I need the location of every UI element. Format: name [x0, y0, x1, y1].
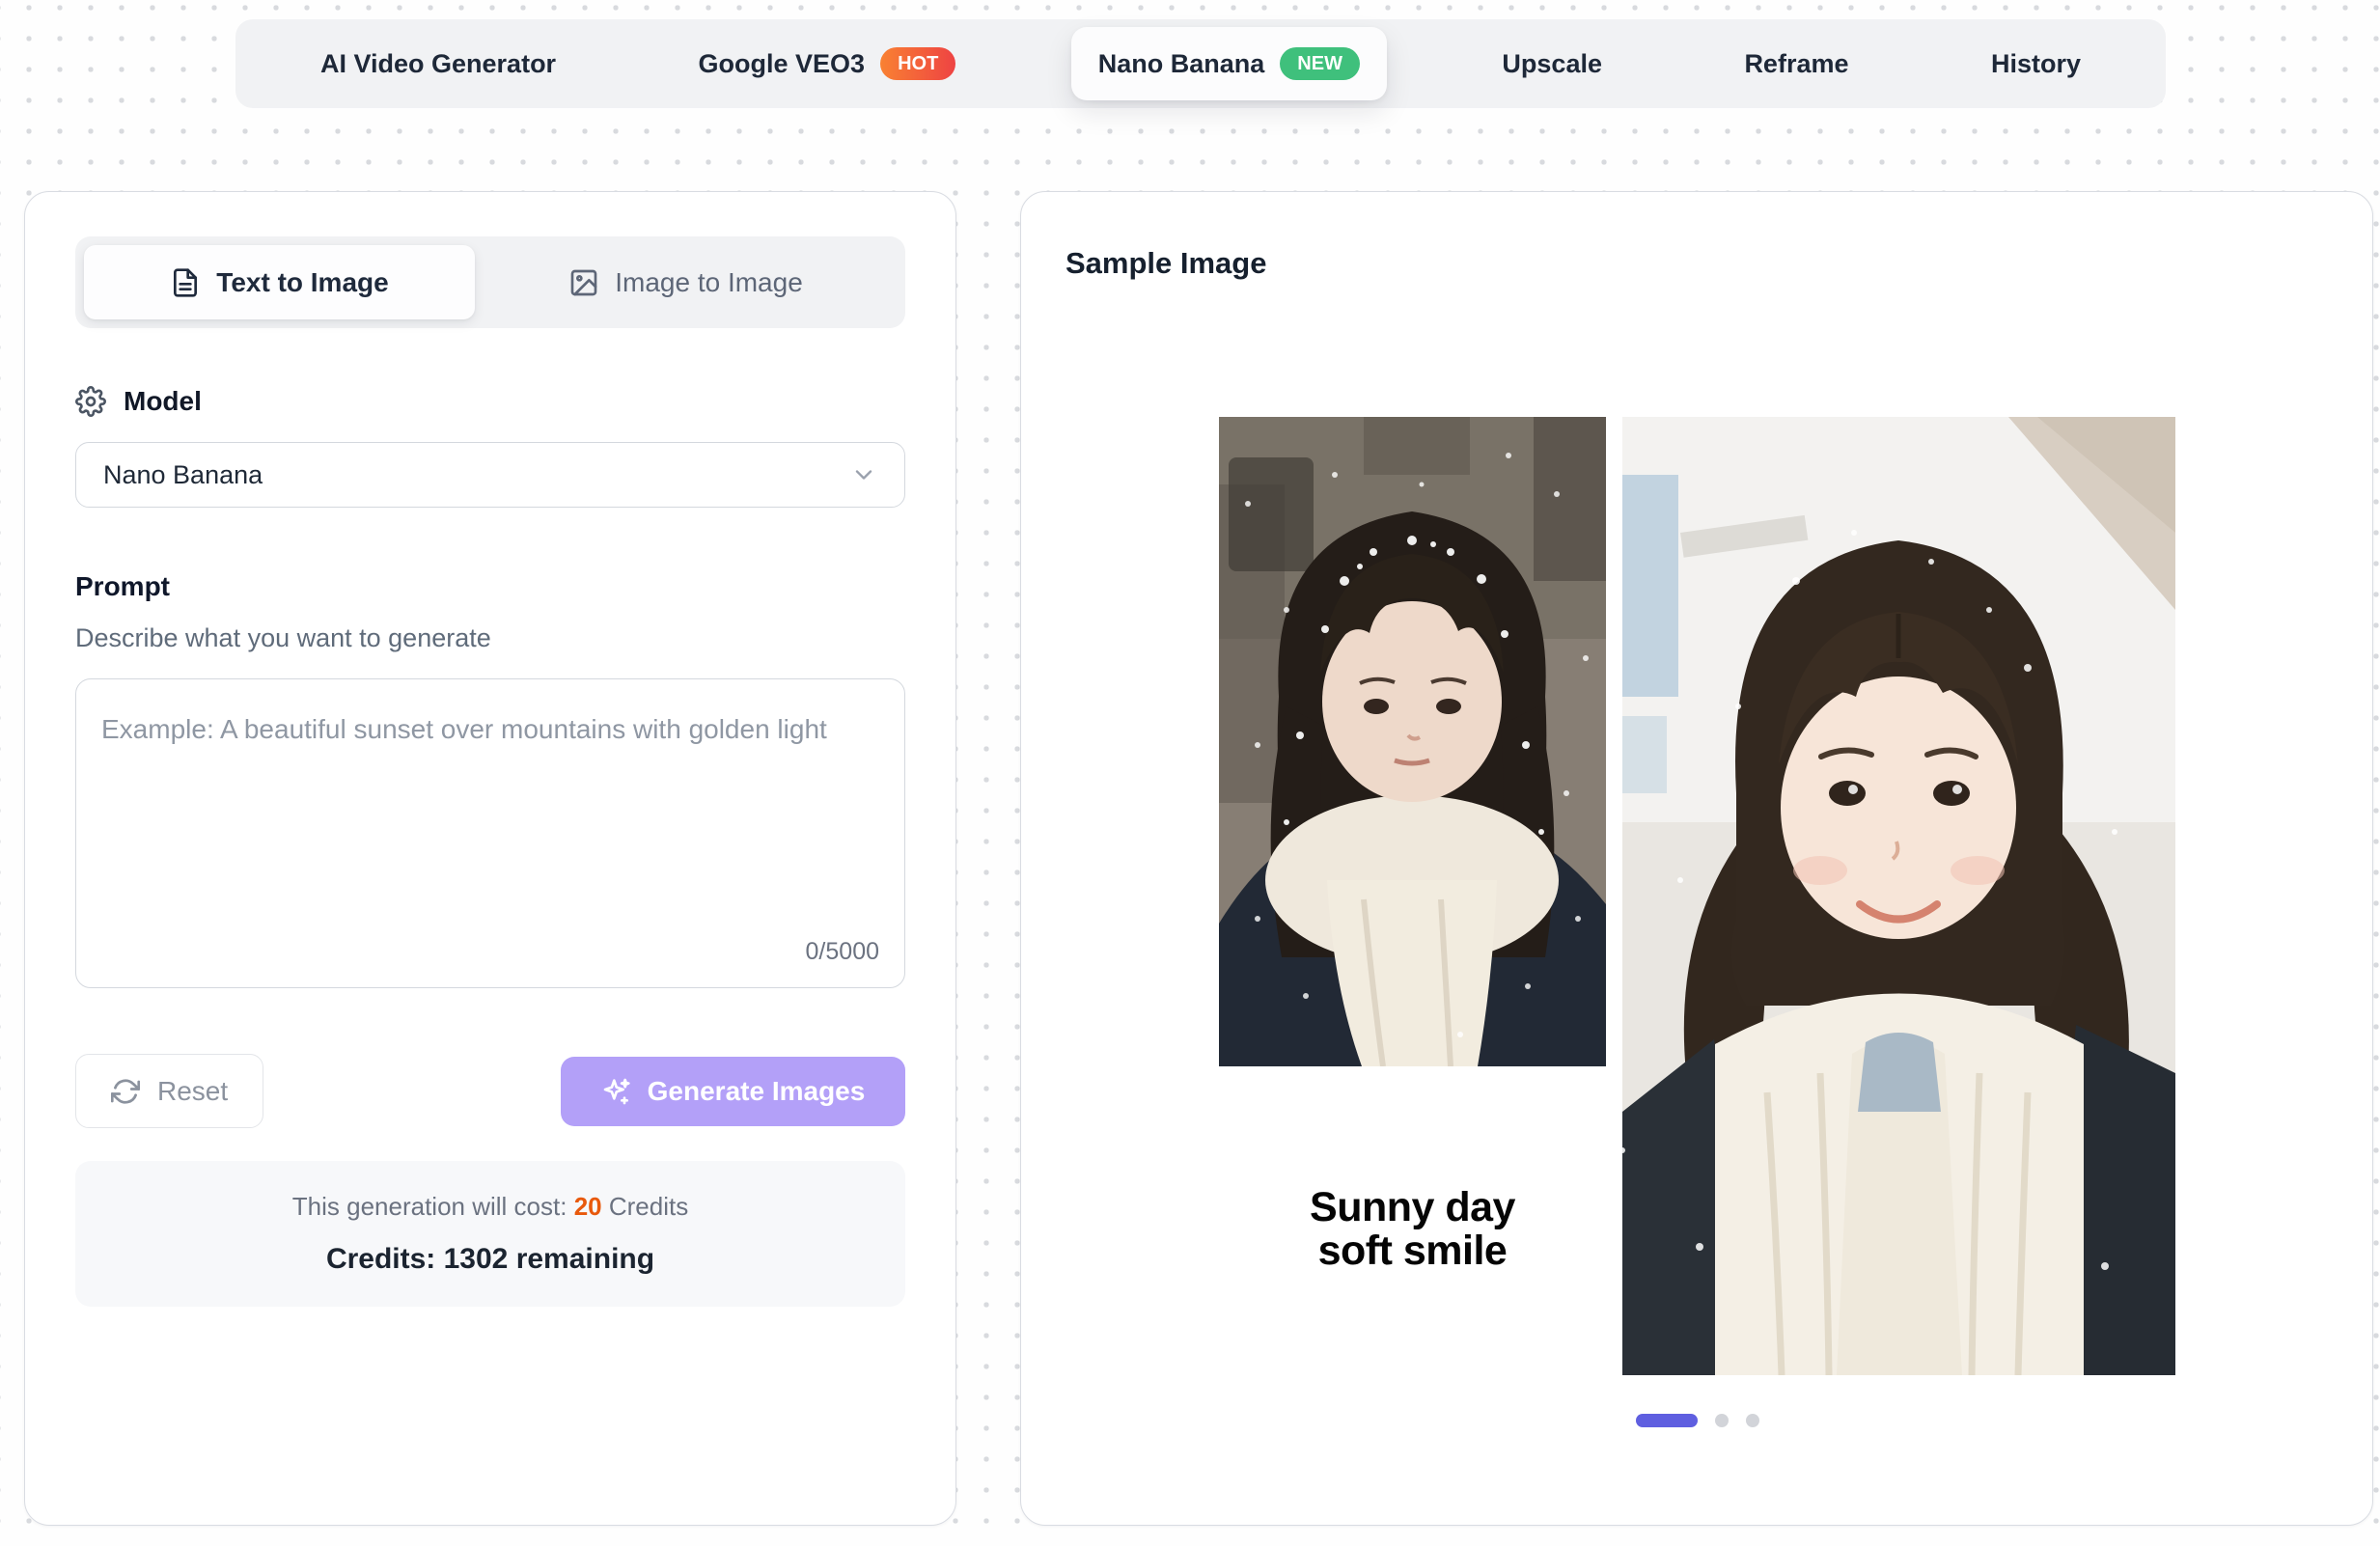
carousel-dots: [1021, 1414, 2374, 1427]
tab-label: Upscale: [1502, 48, 1602, 78]
new-badge: NEW: [1280, 47, 1360, 80]
model-label: Model: [124, 386, 202, 416]
action-row: Reset Generate Images: [75, 1054, 905, 1128]
model-section-header: Model: [75, 386, 905, 417]
credits-remaining: Credits: 1302 remaining: [325, 1243, 655, 1275]
gear-icon: [75, 386, 106, 417]
model-selected-value: Nano Banana: [103, 459, 263, 489]
sample-panel: Sample Image Sunny day soft smile: [1020, 191, 2373, 1526]
prompt-label: Prompt: [75, 571, 170, 601]
reset-label: Reset: [157, 1075, 229, 1106]
image-icon: [570, 269, 597, 295]
refresh-icon: [111, 1078, 140, 1104]
cost-suffix: Credits: [608, 1192, 689, 1221]
tab-image-to-image[interactable]: Image to Image: [475, 245, 897, 319]
tab-label: Reframe: [1744, 48, 1849, 78]
prompt-description: Describe what you want to generate: [75, 623, 491, 652]
sample-image-title: Sample Image: [1065, 246, 1267, 280]
tab-reframe[interactable]: Reframe: [1717, 27, 1875, 100]
tab-nano-banana[interactable]: Nano Banana NEW: [1070, 27, 1387, 100]
sample-caption: Sunny day soft smile: [1219, 1186, 1606, 1272]
carousel-dot-1[interactable]: [1636, 1414, 1698, 1427]
page: { "nav": { "items": [ { "label": "AI Vid…: [0, 0, 2380, 1546]
tab-ai-video-generator[interactable]: AI Video Generator: [293, 27, 583, 100]
hot-badge: HOT: [880, 47, 956, 80]
sample-caption-line1: Sunny day: [1310, 1184, 1515, 1230]
sample-image-before: [1219, 417, 1606, 1066]
tab-text-to-image[interactable]: Text to Image: [84, 245, 475, 319]
sample-caption-line2: soft smile: [1317, 1227, 1508, 1274]
mode-segmented-control: Text to Image Image to Image: [75, 236, 905, 328]
generator-panel: Text to Image Image to Image Model Nano …: [24, 191, 956, 1526]
cost-prefix: This generation will cost:: [291, 1192, 567, 1221]
segment-label: Text to Image: [216, 266, 389, 297]
sparkles-icon: [603, 1078, 630, 1104]
prompt-input[interactable]: [76, 679, 904, 987]
tab-upscale[interactable]: Upscale: [1475, 27, 1629, 100]
tab-label: History: [1990, 48, 2081, 78]
tab-label: Google VEO3: [698, 48, 866, 78]
tab-label: AI Video Generator: [320, 48, 557, 78]
prompt-box: 0/5000: [75, 678, 905, 988]
character-counter: 0/5000: [805, 938, 879, 965]
reset-button[interactable]: Reset: [75, 1054, 264, 1128]
cost-info-box: This generation will cost: 20 Credits Cr…: [75, 1161, 905, 1307]
file-text-icon: [174, 267, 198, 297]
generate-label: Generate Images: [647, 1075, 866, 1106]
tab-history[interactable]: History: [1964, 27, 2108, 100]
carousel-dot-2[interactable]: [1715, 1414, 1729, 1427]
cost-amount: 20: [573, 1192, 602, 1221]
carousel-dot-3[interactable]: [1746, 1414, 1759, 1427]
sample-image-after: [1622, 417, 2175, 1375]
tab-label: Nano Banana: [1097, 48, 1265, 78]
tab-google-veo3[interactable]: Google VEO3 HOT: [672, 27, 983, 100]
segment-label: Image to Image: [615, 266, 803, 297]
model-select[interactable]: Nano Banana: [75, 442, 905, 508]
chevron-down-icon: [855, 470, 872, 480]
top-navigation: AI Video Generator Google VEO3 HOT Nano …: [235, 19, 2166, 108]
generate-images-button[interactable]: Generate Images: [561, 1056, 905, 1126]
generation-cost-line: This generation will cost: 20 Credits: [292, 1192, 688, 1222]
